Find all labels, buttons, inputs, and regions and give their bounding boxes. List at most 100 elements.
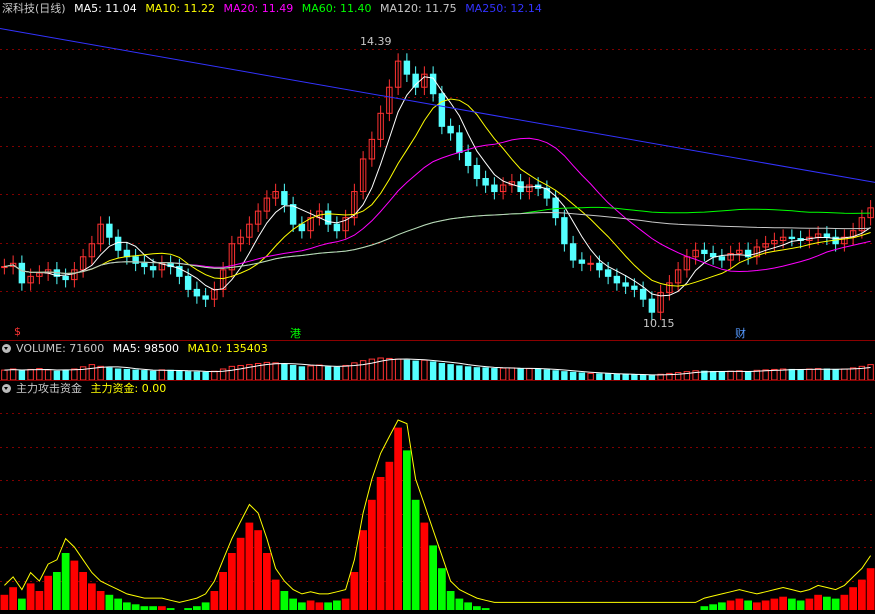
volume-bar <box>53 370 61 380</box>
volume-bar <box>753 369 761 380</box>
candle-down <box>552 197 559 219</box>
fund-bar <box>464 602 472 610</box>
volume-bar <box>526 368 533 380</box>
price-chart[interactable]: 深科技(日线) MA5: 11.04 MA10: 11.22 MA20: 11.… <box>0 0 875 340</box>
low-price-label: 10.15 <box>643 317 675 330</box>
volume-bar <box>543 369 551 380</box>
candle-up <box>587 262 594 265</box>
volume-bar <box>578 372 586 380</box>
volume-bar <box>44 369 52 380</box>
candle-down <box>631 285 638 290</box>
fund-bar <box>26 583 35 610</box>
fund-bar <box>9 587 17 610</box>
candle-down <box>473 164 481 180</box>
volume-bar <box>849 367 857 380</box>
volume-bar <box>333 366 341 380</box>
candle-down <box>491 184 498 193</box>
volume-bar <box>27 368 34 380</box>
volume-bar <box>237 364 244 380</box>
fund-bar <box>726 600 735 610</box>
volume-bar <box>456 365 463 380</box>
fund-bar <box>814 594 822 610</box>
volume-bar <box>771 368 778 380</box>
candle-down <box>788 236 796 240</box>
ma20-label: MA20: 11.49 <box>223 2 294 15</box>
price-legend: 深科技(日线) MA5: 11.04 MA10: 11.22 MA20: 11.… <box>2 2 547 16</box>
fund-bar <box>306 600 315 610</box>
panel-menu-icon[interactable] <box>2 384 11 393</box>
volume-bar <box>482 367 489 380</box>
candle-down <box>543 187 551 199</box>
candle-down <box>333 223 341 232</box>
candle-down <box>281 191 288 206</box>
candle-down <box>464 151 472 166</box>
candle-down <box>561 217 568 245</box>
indicator-name: 主力攻击资金 <box>16 382 82 395</box>
indicator-panel[interactable]: 主力攻击资金 主力资金: 0.00 <box>0 380 875 614</box>
fund-bar <box>324 602 332 610</box>
fund-bar <box>403 450 411 610</box>
fund-bar <box>289 598 297 610</box>
candle-down <box>106 223 113 238</box>
fund-bar <box>805 598 814 610</box>
fund-bar <box>245 522 254 610</box>
fund-bar <box>831 598 840 610</box>
volume-bar <box>499 367 507 380</box>
candle-down <box>438 93 446 127</box>
fund-bar <box>840 594 849 610</box>
volume-bar <box>106 367 113 380</box>
volume-bar <box>316 364 323 380</box>
fund-bar <box>350 572 359 610</box>
fund-bar <box>709 604 717 610</box>
candle-down <box>604 269 612 277</box>
finance-marker[interactable]: 财 <box>735 325 746 341</box>
fund-bar <box>61 553 70 610</box>
volume-bar <box>359 360 367 380</box>
volume-bar <box>867 364 874 380</box>
fund-bar <box>481 608 490 610</box>
volume-bar <box>184 371 192 380</box>
fund-bar <box>315 602 324 610</box>
candle-down <box>184 275 192 290</box>
candle-down <box>622 282 629 287</box>
volume-bar <box>307 365 314 380</box>
price-chart-canvas[interactable] <box>0 0 875 340</box>
fund-bar <box>158 606 166 610</box>
volume-bar <box>421 359 428 380</box>
candle-down <box>596 262 603 271</box>
ma120-line <box>4 211 871 275</box>
indicator-canvas[interactable] <box>0 380 875 614</box>
panel-menu-icon[interactable] <box>2 344 11 353</box>
candle-down <box>447 125 454 134</box>
dividend-marker[interactable]: $ <box>14 325 21 338</box>
candle-down <box>193 288 201 297</box>
fund-bar <box>858 579 866 610</box>
fund-bar <box>123 602 131 610</box>
volume-bar <box>797 369 804 380</box>
volume-panel[interactable]: VOLUME: 71600 MA5: 98500 MA10: 135403 <box>0 340 875 380</box>
volume-bar <box>552 370 559 380</box>
ma250-label: MA250: 12.14 <box>465 2 542 15</box>
fund-bar <box>473 606 481 610</box>
fund-bar <box>263 553 271 610</box>
candle-down <box>709 253 717 258</box>
fund-bar <box>718 602 726 610</box>
volume-bar <box>736 370 743 380</box>
hk-marker[interactable]: 港 <box>290 325 301 341</box>
volume-bar <box>491 368 498 380</box>
candle-down <box>701 249 708 255</box>
volume-bar <box>141 370 148 380</box>
volume-bar <box>342 364 349 380</box>
fund-bar <box>849 587 857 610</box>
fund-bar <box>149 606 157 610</box>
volume-bar <box>517 368 524 380</box>
fund-bar <box>140 606 149 610</box>
fund-bar <box>796 600 805 610</box>
volume-bar <box>569 371 577 380</box>
fund-bar <box>114 598 122 610</box>
candle-down <box>639 288 647 300</box>
ma60-label: MA60: 11.40 <box>301 2 372 15</box>
fund-bar <box>411 499 420 610</box>
fund-bar <box>341 598 350 610</box>
volume-bar <box>788 368 796 380</box>
